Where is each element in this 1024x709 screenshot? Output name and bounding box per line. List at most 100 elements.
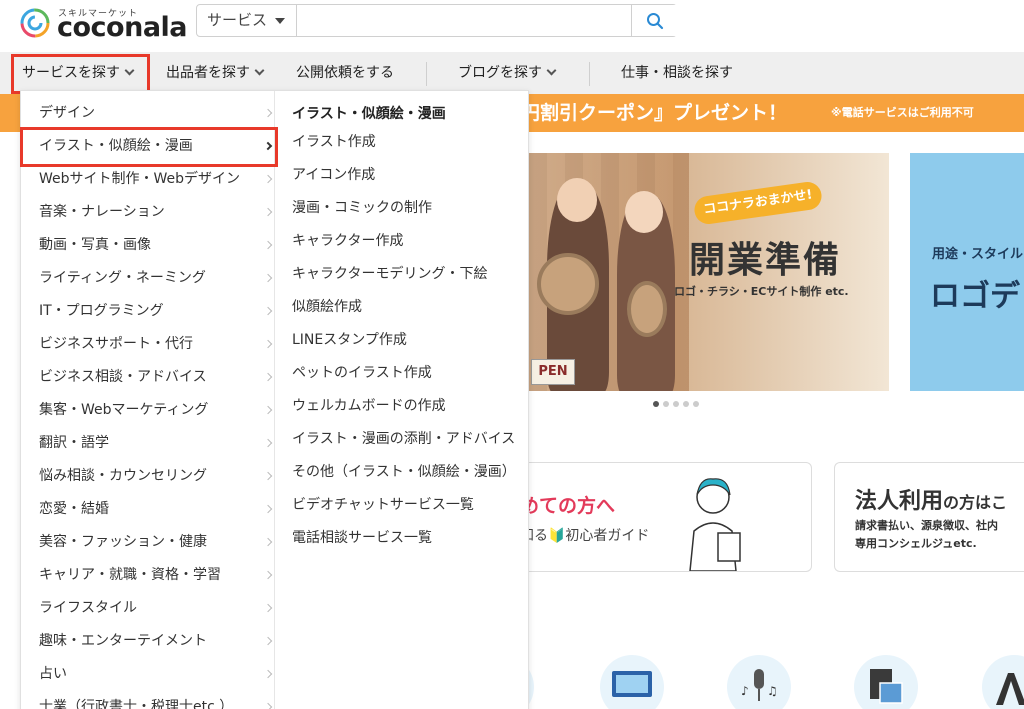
category-item-marketing[interactable]: 集客・Webマーケティング [39, 394, 273, 427]
category-item-beauty[interactable]: 美容・ファッション・健康 [39, 526, 273, 559]
subcategory-item[interactable]: アイコン作成 [292, 159, 375, 192]
beginner-card-subtitle: 知る🔰初心者ガイド [520, 528, 650, 544]
category-label: ビジネスサポート・代行 [39, 336, 193, 352]
category-item-counseling[interactable]: 悩み相談・カウンセリング [39, 460, 273, 493]
film-photo-icon [870, 669, 903, 704]
category-label: Webサイト制作・Webデザイン [39, 171, 241, 187]
hero-title: 開業準備 [689, 240, 842, 281]
category-label: デザイン [39, 105, 95, 121]
chevron-right-icon [263, 537, 273, 547]
carousel-dot[interactable] [663, 401, 669, 407]
chevron-right-icon [263, 207, 273, 217]
carousel-dot[interactable] [683, 401, 689, 407]
category-item-career[interactable]: キャリア・就職・資格・学習 [39, 559, 273, 592]
subcategory-item[interactable]: LINEスタンプ作成 [292, 324, 407, 357]
category-item-hobby[interactable]: 趣味・エンターテイメント [39, 625, 273, 658]
category-circle-it[interactable] [600, 655, 664, 709]
coconala-logo-icon [20, 8, 50, 38]
subcategory-item[interactable]: 漫画・コミックの制作 [292, 192, 432, 225]
search-bar: サービス [196, 4, 677, 37]
category-item-music[interactable]: 音楽・ナレーション [39, 196, 273, 229]
carousel-dot[interactable] [693, 401, 699, 407]
chevron-right-icon [263, 702, 273, 709]
search-button[interactable] [631, 5, 677, 36]
hero2-title: ロゴデ [930, 279, 1020, 314]
letter-a-icon [996, 673, 1024, 705]
carousel-dot[interactable] [673, 401, 679, 407]
chevron-down-icon [546, 65, 557, 76]
nav-post-request[interactable]: 公開依頼をする [296, 52, 394, 94]
corporate-title-suffix: の方はこ [943, 493, 1008, 512]
corporate-card-title: 法人利用の方はこ [855, 483, 1007, 515]
category-item-lifestyle[interactable]: ライフスタイル [39, 592, 273, 625]
search-category-select[interactable]: サービス [197, 5, 297, 36]
search-input[interactable] [298, 5, 631, 36]
chevron-right-icon [263, 240, 273, 250]
svg-text:♫: ♫ [767, 684, 778, 698]
category-item-it[interactable]: IT・プログラミング [39, 295, 273, 328]
chevron-right-icon [263, 471, 273, 481]
category-label: 悩み相談・カウンセリング [39, 468, 207, 484]
category-item-translation[interactable]: 翻訳・語学 [39, 427, 273, 460]
chevron-right-icon [263, 636, 273, 646]
category-item-web[interactable]: Webサイト制作・Webデザイン [39, 163, 273, 196]
category-label: 集客・Webマーケティング [39, 402, 209, 418]
nav-find-blogs[interactable]: ブログを探す [458, 52, 557, 94]
category-label: ライフスタイル [39, 600, 137, 616]
highlight-box-nav [11, 54, 150, 94]
category-circle-writing[interactable] [982, 655, 1024, 709]
main-nav: サービスを探す 出品者を探す 公開依頼をする ブログを探す 仕事・相談を探す [0, 52, 1024, 94]
category-label: 美容・ファッション・健康 [39, 534, 207, 550]
hero-slide[interactable]: PEN ココナラおまかせ! 開業準備 ロゴ・チラシ・ECサイト制作 etc. [529, 153, 889, 391]
category-item-video[interactable]: 動画・写真・画像 [39, 229, 273, 262]
corporate-use-card[interactable]: 法人利用の方はこ 請求書払い、源泉徴収、社内 専用コンシェルジュetc. [834, 462, 1024, 572]
subcategory-item[interactable]: キャラクターモデリング・下絵 [292, 258, 487, 291]
category-label: 占い [39, 666, 67, 682]
category-item-business-advice[interactable]: ビジネス相談・アドバイス [39, 361, 273, 394]
subcategory-item[interactable]: イラスト作成 [292, 126, 376, 159]
category-circle-video[interactable] [854, 655, 918, 709]
hero-slide-next[interactable]: 用途・スタイル ロゴデ [910, 153, 1024, 391]
nav-find-sellers[interactable]: 出品者を探す [166, 52, 265, 94]
nav-label: 出品者を探す [166, 65, 250, 81]
hero2-caption: 用途・スタイル [932, 247, 1024, 262]
category-label: 音楽・ナレーション [39, 204, 165, 220]
subcategory-item[interactable]: ウェルカムボードの作成 [292, 390, 446, 423]
subcategory-item[interactable]: イラスト・漫画の添削・アドバイス [292, 423, 515, 456]
chevron-right-icon [263, 174, 273, 184]
highlight-box-category [20, 127, 278, 167]
microphone-icon: ♪ ♫ [741, 669, 778, 701]
logo-wordmark: coconala [57, 12, 188, 43]
coconala-logo[interactable]: スキルマーケット coconala [20, 3, 188, 43]
open-sign: PEN [531, 359, 575, 385]
nav-divider [589, 62, 590, 86]
subcategory-heading: イラスト・似顔絵・漫画 [292, 106, 446, 122]
category-item-design[interactable]: デザイン [39, 97, 273, 130]
guide-person-illustration [689, 478, 741, 571]
category-item-writing[interactable]: ライティング・ネーミング [39, 262, 273, 295]
subcategory-item[interactable]: ペットのイラスト作成 [292, 357, 432, 390]
chevron-right-icon [263, 504, 273, 514]
subcategory-item[interactable]: 電話相談サービス一覧 [292, 522, 432, 555]
category-item-business-support[interactable]: ビジネスサポート・代行 [39, 328, 273, 361]
nav-label: 仕事・相談を探す [621, 65, 733, 81]
corporate-card-subtitle: 請求書払い、源泉徴収、社内 専用コンシェルジュetc. [855, 517, 1024, 553]
category-circle-music[interactable]: ♪ ♫ [727, 655, 791, 709]
site-header: スキルマーケット coconala サービス [0, 0, 1024, 52]
subcategory-item[interactable]: ビデオチャットサービス一覧 [292, 489, 474, 522]
category-label: 翻訳・語学 [39, 435, 109, 451]
category-item-fortune[interactable]: 占い [39, 658, 273, 691]
category-item-professional[interactable]: 士業（行政書士・税理士etc.） [39, 691, 273, 709]
subcategory-item[interactable]: その他（イラスト・似顔絵・漫画） [292, 456, 516, 489]
carousel-dot-active[interactable] [653, 401, 659, 407]
category-label: 趣味・エンターテイメント [39, 633, 207, 649]
category-item-love[interactable]: 恋愛・結婚 [39, 493, 273, 526]
chevron-right-icon [263, 438, 273, 448]
subcategory-item[interactable]: キャラクター作成 [292, 225, 403, 258]
category-label: 動画・写真・画像 [39, 237, 151, 253]
chevron-right-icon [263, 603, 273, 613]
beginner-guide-card[interactable]: めての方へ 知る🔰初心者ガイド [500, 462, 812, 572]
subcategory-item[interactable]: 似顔絵作成 [292, 291, 362, 324]
caret-down-icon [275, 18, 285, 24]
nav-find-jobs[interactable]: 仕事・相談を探す [621, 52, 733, 94]
